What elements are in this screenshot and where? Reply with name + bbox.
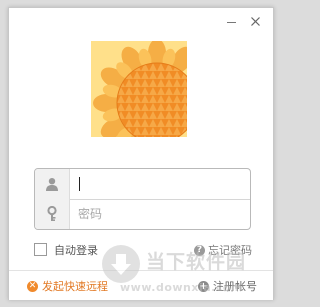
close-icon [250, 16, 260, 26]
password-input[interactable] [70, 199, 250, 229]
minimize-icon [226, 22, 236, 23]
key-icon [35, 199, 70, 229]
text-cursor [79, 177, 80, 191]
title-bar [219, 12, 267, 30]
login-options: 自动登录 ? 忘记密码 [34, 241, 252, 259]
forgot-password-link[interactable]: ? 忘记密码 [194, 242, 252, 258]
sunflower-logo [91, 41, 187, 137]
add-icon: + [198, 280, 209, 292]
password-row [35, 199, 250, 229]
remote-assist-link[interactable]: ✕ 发起快速远程 [27, 278, 108, 294]
login-form [34, 168, 251, 230]
remote-assist-label: 发起快速远程 [42, 280, 108, 293]
register-label: 注册帐号 [213, 280, 257, 293]
footer-bar: ✕ 发起快速远程 + 注册帐号 [9, 270, 273, 300]
login-window: 自动登录 ? 忘记密码 ✕ 发起快速远程 + 注册帐号 [8, 7, 274, 300]
user-icon [35, 169, 70, 199]
remote-icon: ✕ [27, 280, 38, 292]
register-account-link[interactable]: + 注册帐号 [198, 278, 257, 294]
forgot-password-label: 忘记密码 [208, 244, 252, 257]
username-row [35, 169, 250, 200]
auto-login-checkbox[interactable] [34, 243, 47, 256]
minimize-button[interactable] [219, 12, 243, 30]
username-input[interactable] [70, 169, 250, 199]
auto-login-label[interactable]: 自动登录 [54, 242, 98, 258]
question-icon: ? [194, 244, 205, 256]
close-button[interactable] [243, 12, 267, 30]
